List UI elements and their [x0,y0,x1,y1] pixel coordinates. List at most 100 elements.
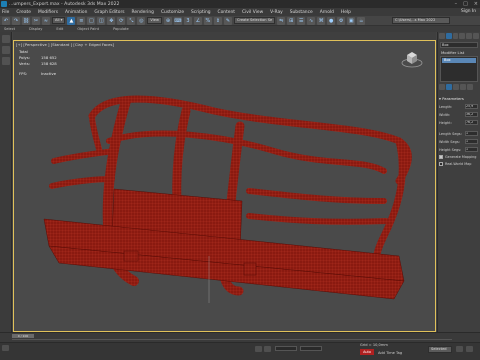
close-button[interactable]: × [474,1,478,7]
menu-arnold[interactable]: Arnold [320,10,334,15]
sign-in-link[interactable]: Sign In [461,9,476,14]
mirror-icon[interactable]: ⇋ [277,16,286,25]
placement-icon[interactable]: ◎ [137,16,146,25]
menu-substance[interactable]: Substance [290,10,313,15]
menu-modifiers[interactable]: Modifiers [38,10,58,15]
schematic-view-icon[interactable]: ⌘ [317,16,326,25]
reference-coordinate-dropdown[interactable]: View [147,17,162,24]
filter-icon[interactable] [2,57,10,65]
spinner-snap-icon[interactable]: ⇕ [213,16,222,25]
window-crossing-icon[interactable]: ◫ [97,16,106,25]
menu-rendering[interactable]: Rendering [132,10,154,15]
configure-modifier-sets-icon[interactable] [467,84,473,90]
menu-animation[interactable]: Animation [65,10,87,15]
pivot-center-icon[interactable]: ⊕ [163,16,172,25]
width-spinner[interactable]: 36,2 [465,112,478,117]
app-logo-icon [1,1,7,7]
auto-key-button[interactable]: Auto [360,349,374,355]
curve-editor-icon[interactable]: ∿ [307,16,316,25]
material-editor-icon[interactable]: ● [327,16,336,25]
menu-help[interactable]: Help [341,10,351,15]
object-name-field[interactable]: Box [440,42,478,48]
zoom-extents-icon[interactable] [466,346,473,352]
display-tab-icon[interactable] [466,33,473,39]
ribbon-tab-object-paint[interactable]: Object Paint [77,27,99,31]
key-filter-dropdown[interactable]: Selected [428,346,452,353]
menu-content[interactable]: Content [218,10,235,15]
workspace-dropdown[interactable]: C:\Users\...s Max 2022 [392,17,450,24]
parameters-rollout-title[interactable]: ▾ Parameters [439,96,479,101]
ribbon-tab-display[interactable]: Display [29,27,42,31]
x-coordinate-field[interactable] [275,346,297,351]
width-segs-spinner[interactable]: 1 [465,139,478,144]
modifier-stack-item[interactable]: Box [442,58,476,63]
render-production-icon[interactable]: ☕ [357,16,366,25]
layer-icon[interactable] [2,46,10,54]
menu-civil-view[interactable]: Civil View [242,10,263,15]
rectangle-selection-icon[interactable]: □ [87,16,96,25]
height-segs-param: Height Segs: 1 [439,147,478,152]
generate-mapping-checkbox[interactable]: Generate Mapping [439,155,479,159]
select-by-name-icon[interactable]: ≡ [77,16,86,25]
modifier-list-dropdown[interactable]: Modifier List [441,50,477,55]
menu-scripting[interactable]: Scripting [191,10,211,15]
title-bar: ...umpers_Export.max - Autodesk 3ds Max … [0,0,480,8]
ribbon-tab-populate[interactable]: Populate [113,27,129,31]
keyboard-shortcut-icon[interactable]: ⌨ [173,16,182,25]
make-unique-icon[interactable] [453,84,459,90]
motion-tab-icon[interactable] [459,33,466,39]
unlink-icon[interactable]: ✂ [32,16,40,25]
render-setup-icon[interactable]: ⚙ [337,16,346,25]
percent-snap-icon[interactable]: % [203,16,212,25]
menu-file[interactable]: File [2,10,9,15]
remove-modifier-icon[interactable] [460,84,466,90]
create-tab-icon[interactable] [439,33,445,39]
menu-create[interactable]: Create [16,10,31,15]
maximize-button[interactable]: □ [463,1,468,7]
modify-tab-icon[interactable] [445,33,452,39]
add-time-tag-button[interactable]: Add Time Tag [378,351,402,355]
viewport-layout-bar [13,32,436,40]
menu-vray[interactable]: V-Ray [270,10,283,15]
ribbon-tab-edit[interactable]: Edit [56,27,63,31]
menu-graph-editors[interactable]: Graph Editors [94,10,124,15]
layer-explorer-icon[interactable]: ☰ [297,16,306,25]
play-animation-icon[interactable] [456,346,463,352]
menu-customize[interactable]: Customize [161,10,184,15]
hierarchy-tab-icon[interactable] [452,33,459,39]
selection-filter-dropdown[interactable]: All ▾ [52,17,66,24]
edit-named-selection-icon[interactable]: ✎ [223,16,232,25]
maxscript-listener-icon[interactable] [2,345,9,351]
pin-stack-icon[interactable] [439,84,445,90]
move-icon[interactable]: ✥ [107,16,116,25]
show-end-result-icon[interactable] [446,84,452,90]
undo-icon[interactable]: ↶ [2,16,10,25]
redo-icon[interactable]: ↷ [12,16,20,25]
minimize-button[interactable]: – [455,1,458,7]
selection-lock-icon[interactable] [264,346,271,352]
height-spinner[interactable]: 76,2 [465,120,478,125]
perspective-viewport[interactable]: [+] [Perspective ] [Standard ] [Clay + E… [13,40,436,332]
scene-explorer-icon[interactable] [2,35,10,43]
rendered-frame-window-icon[interactable]: ▣ [347,16,356,25]
align-icon[interactable]: ⊞ [287,16,296,25]
length-segs-spinner[interactable]: 1 [465,131,478,136]
named-selection-dropdown[interactable]: Create Selection Se [233,17,276,24]
bumper-3d-model[interactable] [14,41,436,332]
snaps-toggle-icon[interactable]: 3 [183,16,192,25]
select-object-icon[interactable]: ▲ [67,16,76,25]
command-panel-tabs [438,32,480,40]
rotate-icon[interactable]: ⟳ [117,16,126,25]
height-segs-spinner[interactable]: 1 [465,147,478,152]
scale-icon[interactable]: ⤡ [127,16,136,25]
ribbon-tab-select[interactable]: Select [4,27,15,31]
utilities-tab-icon[interactable] [473,33,479,39]
time-slider[interactable]: 0 / 100 [12,334,34,338]
real-world-map-checkbox[interactable]: Real-World Map [439,162,479,166]
isolate-selection-icon[interactable] [255,346,262,352]
length-spinner[interactable]: 25,9 [465,104,478,109]
angle-snap-icon[interactable]: ∠ [193,16,202,25]
y-coordinate-field[interactable] [300,346,322,351]
bind-spacewarp-icon[interactable]: ≈ [42,16,50,25]
link-icon[interactable]: ⛓ [22,16,30,25]
